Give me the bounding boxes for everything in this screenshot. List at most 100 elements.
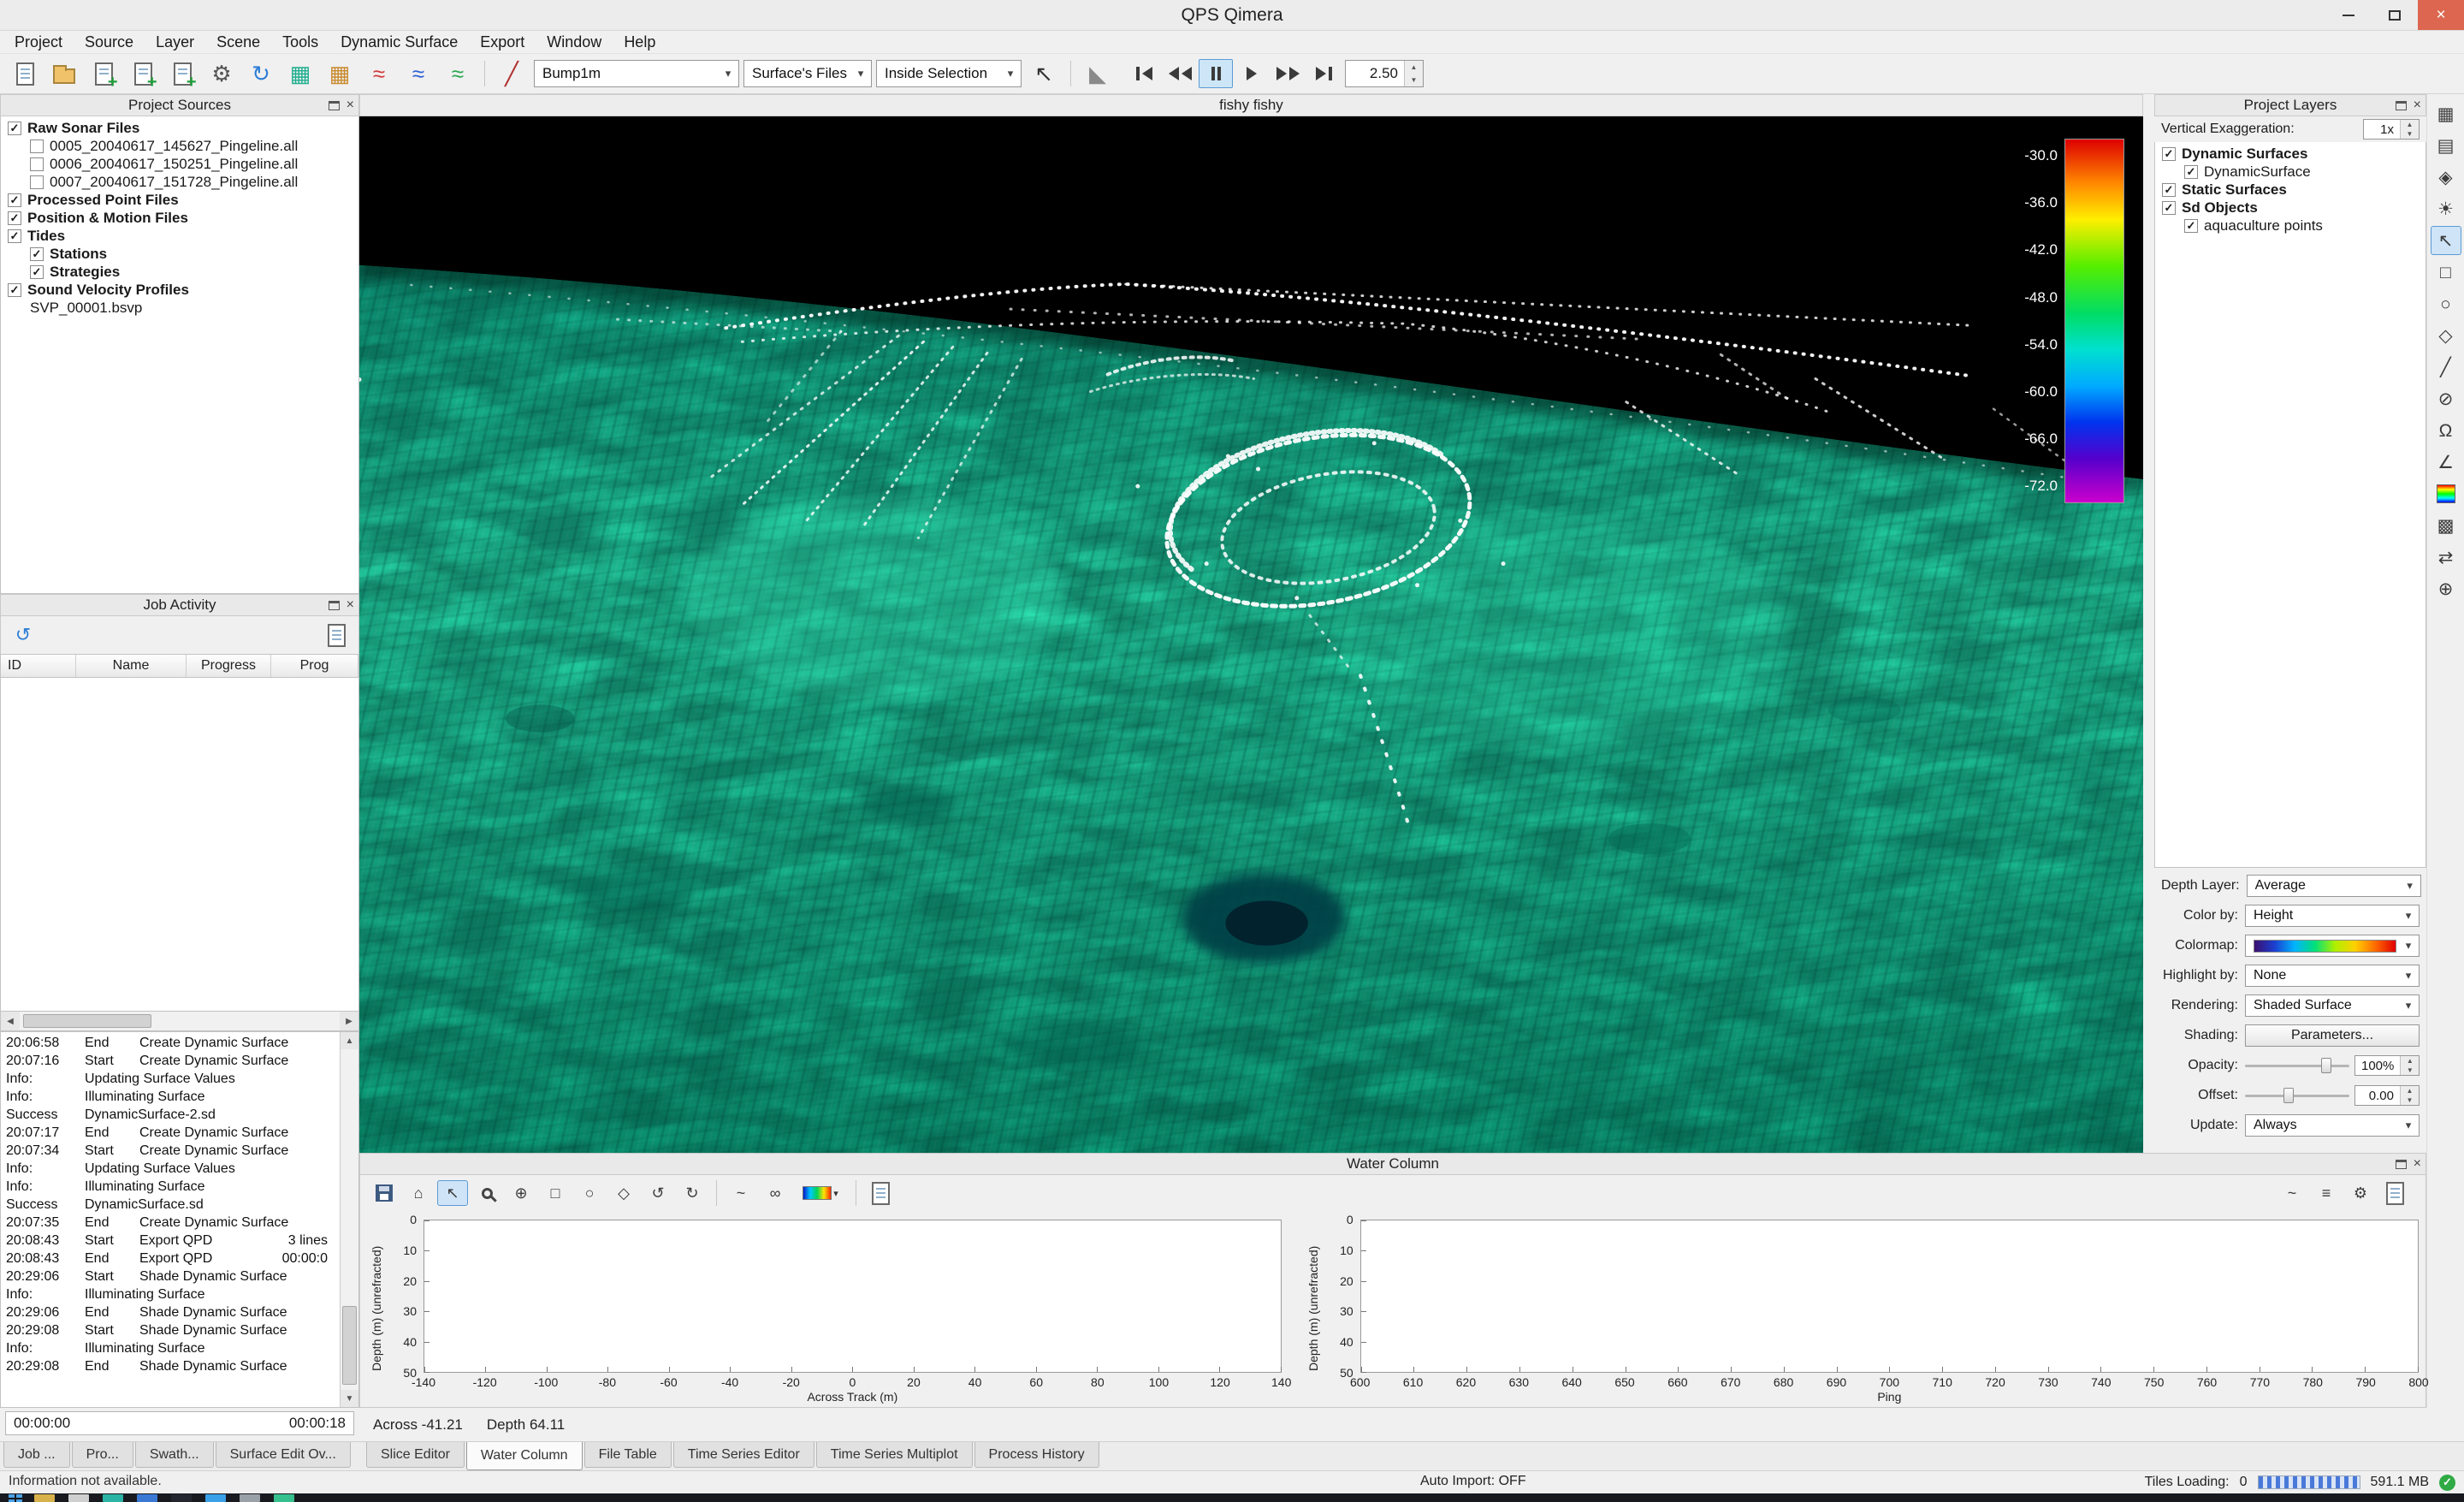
- surface-size-combo[interactable]: Bump1m ▾: [534, 60, 739, 87]
- tab-slice-editor[interactable]: Slice Editor: [366, 1442, 465, 1468]
- import-files-button[interactable]: [164, 56, 200, 91]
- tree-item-0006-20040617-150251-pingeline-all[interactable]: 0006_20040617_150251_Pingeline.all: [1, 155, 358, 173]
- tree-item-sound-velocity-profiles[interactable]: ✓Sound Velocity Profiles: [1, 281, 358, 299]
- taskbar-app-icon[interactable]: [240, 1494, 260, 1502]
- spin-down-icon[interactable]: ▼: [2401, 1066, 2419, 1075]
- highlight-by-select[interactable]: None▾: [2245, 965, 2420, 987]
- opacity-slider[interactable]: [2245, 1055, 2349, 1076]
- swap-button[interactable]: ⇄: [2431, 543, 2461, 572]
- taskbar-app-icon[interactable]: [68, 1494, 89, 1502]
- tab-pro[interactable]: Pro...: [72, 1442, 133, 1468]
- checkbox[interactable]: ✓: [2162, 183, 2176, 197]
- checkbox[interactable]: ✓: [8, 211, 21, 225]
- maximize-button[interactable]: [2372, 0, 2418, 30]
- slider-handle[interactable]: [2283, 1088, 2294, 1103]
- scroll-right-icon[interactable]: ▶: [340, 1012, 358, 1030]
- horizontal-scrollbar[interactable]: ◀ ▶: [0, 1011, 359, 1031]
- checkbox[interactable]: ✓: [2162, 201, 2176, 215]
- colormap-select-button[interactable]: ▾: [794, 1180, 847, 1206]
- colormap-button[interactable]: [2431, 479, 2461, 508]
- update-select[interactable]: Always▾: [2245, 1114, 2420, 1137]
- log-row[interactable]: 20:29:06EndShade Dynamic Surface: [6, 1303, 338, 1321]
- profile-plot-button[interactable]: ~: [2277, 1180, 2307, 1206]
- shading-button[interactable]: ◈: [2431, 163, 2461, 192]
- water-column-fan-button[interactable]: ◣: [1080, 56, 1116, 91]
- job-column-prog[interactable]: Prog: [271, 655, 358, 677]
- pause-button[interactable]: [1199, 59, 1233, 88]
- menu-project[interactable]: Project: [3, 31, 74, 53]
- checkbox[interactable]: ✓: [2184, 165, 2198, 179]
- playback-speed-spinbox[interactable]: 2.50 ▲ ▼: [1345, 60, 1424, 87]
- colormap-select[interactable]: ▾: [2245, 935, 2420, 957]
- pointer-button[interactable]: ↖: [2431, 226, 2461, 255]
- pointer-button[interactable]: ↖: [437, 1180, 468, 1206]
- tree-item-processed-point-files[interactable]: ✓Processed Point Files: [1, 191, 358, 209]
- close-dock-icon[interactable]: ×: [2414, 1157, 2421, 1171]
- new-project-button[interactable]: [7, 56, 43, 91]
- taskbar-app-icon[interactable]: [171, 1494, 192, 1502]
- job-table-body[interactable]: [0, 678, 359, 1011]
- fast-forward-button[interactable]: [1270, 59, 1305, 88]
- log-row[interactable]: 20:07:17EndCreate Dynamic Surface: [6, 1124, 338, 1142]
- tree-item-0007-20040617-151728-pingeline-all[interactable]: 0007_20040617_151728_Pingeline.all: [1, 173, 358, 191]
- tab-swath[interactable]: Swath...: [135, 1442, 214, 1468]
- static-surface-button[interactable]: ▦: [322, 56, 358, 91]
- log-row[interactable]: Info:Illuminating Surface: [6, 1285, 338, 1303]
- zoom-button[interactable]: [471, 1180, 502, 1206]
- shading-button[interactable]: Parameters...: [2245, 1024, 2420, 1047]
- offset-slider[interactable]: [2245, 1085, 2349, 1106]
- save-plot-button[interactable]: [369, 1180, 400, 1206]
- select-rectangle-button[interactable]: □: [540, 1180, 571, 1206]
- log-row[interactable]: 20:29:08StartShade Dynamic Surface: [6, 1321, 338, 1339]
- opacity-spinbox[interactable]: 100%▲▼: [2354, 1055, 2420, 1076]
- add-processed-points-button[interactable]: [125, 56, 161, 91]
- link-views-button[interactable]: ∞: [760, 1180, 791, 1206]
- spin-up-icon[interactable]: ▲: [2401, 1056, 2419, 1066]
- menu-dynamic-surface[interactable]: Dynamic Surface: [329, 31, 469, 53]
- select-polygon-button[interactable]: ◇: [608, 1180, 639, 1206]
- scene-3d-view[interactable]: -30.0-36.0-42.0-48.0-54.0-60.0-66.0-72.0: [359, 116, 2143, 1153]
- menu-window[interactable]: Window: [536, 31, 613, 53]
- job-log-button[interactable]: [321, 620, 352, 650]
- svp-editor-button[interactable]: ≈: [400, 56, 436, 91]
- reprocess-button[interactable]: ↻: [243, 56, 279, 91]
- pan-button[interactable]: ⊕: [506, 1180, 536, 1206]
- rewind-button[interactable]: [1163, 59, 1197, 88]
- spin-up-icon[interactable]: ▲: [2401, 120, 2419, 129]
- log-row[interactable]: 20:07:16StartCreate Dynamic Surface: [6, 1052, 338, 1070]
- float-dock-icon[interactable]: [329, 101, 340, 110]
- surface-files-combo[interactable]: Surface's Files ▾: [743, 60, 872, 87]
- log-row[interactable]: Info:Updating Surface Values: [6, 1070, 338, 1088]
- select-line-button[interactable]: ╱: [2431, 353, 2461, 382]
- tab-process-history[interactable]: Process History: [974, 1442, 1099, 1468]
- taskbar-app-icon[interactable]: [34, 1494, 55, 1502]
- tree-item-stations[interactable]: ✓Stations: [1, 245, 358, 263]
- windows-taskbar[interactable]: [0, 1493, 2464, 1502]
- tab-time-series-editor[interactable]: Time Series Editor: [673, 1442, 814, 1468]
- tree-item-aquaculture-points[interactable]: ✓aquaculture points: [2155, 217, 2426, 235]
- menu-layer[interactable]: Layer: [145, 31, 205, 53]
- tab-job[interactable]: Job ...: [3, 1442, 70, 1468]
- checkbox[interactable]: ✓: [2184, 219, 2198, 233]
- spin-up-icon[interactable]: ▲: [1405, 61, 1423, 74]
- home-view-button[interactable]: ⌂: [403, 1180, 434, 1206]
- checkbox[interactable]: ✓: [2162, 147, 2176, 161]
- job-column-progress[interactable]: Progress: [187, 655, 271, 677]
- beam-lines-button[interactable]: ≡: [2311, 1180, 2342, 1206]
- log-row[interactable]: 20:07:35EndCreate Dynamic Surface: [6, 1214, 338, 1232]
- deselect-button[interactable]: ⊘: [2431, 384, 2461, 413]
- checkbox[interactable]: [30, 157, 44, 171]
- select-cursor-button[interactable]: ↖: [1026, 56, 1062, 91]
- log-row[interactable]: 20:08:43EndExport QPD00:00:0: [6, 1250, 338, 1267]
- close-dock-icon[interactable]: ×: [346, 98, 354, 112]
- svp-profile-button[interactable]: ≈: [361, 56, 397, 91]
- play-button[interactable]: [1235, 59, 1269, 88]
- menu-help[interactable]: Help: [613, 31, 666, 53]
- close-button[interactable]: ×: [2418, 0, 2464, 30]
- spin-down-icon[interactable]: ▼: [2401, 1095, 2419, 1105]
- scroll-down-icon[interactable]: ▼: [341, 1390, 358, 1407]
- checkbox[interactable]: ✓: [8, 283, 21, 297]
- close-dock-icon[interactable]: ×: [346, 598, 354, 612]
- vertical-exaggeration-spinbox[interactable]: 1x ▲ ▼: [2363, 119, 2420, 140]
- checkbox[interactable]: ✓: [30, 265, 44, 279]
